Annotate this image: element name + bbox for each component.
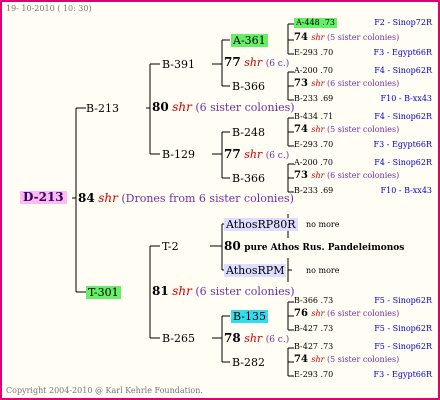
node-t301[interactable]: T-301 [86,286,121,299]
no-more-2: no more [306,266,340,275]
b129-line: 77 shr (6 c.) [224,148,289,163]
far-id[interactable]: A-448 .73 [294,18,338,28]
far-id[interactable]: B-233 .69 [294,186,333,196]
node-athosrpm[interactable]: AthosRPM [224,264,287,277]
root-note: (Drones from 6 sister colonies) [121,192,294,205]
report-date: 19- 10-2010 ( 10: 30) [6,4,92,13]
t301-shr: shr [172,284,192,298]
far-source: F3 - Egypt66R [373,370,432,379]
t301-note: (6 sister colonies) [195,285,295,298]
a361-gen: 77 [224,55,241,69]
far-source: F10 - B-xx43 [380,186,432,195]
b135-note: (6 c.) [265,335,290,345]
node-athos80[interactable]: AthosRP80R [224,218,298,231]
a361-note: (6 c.) [265,59,290,69]
far-id[interactable]: B-427 .73 [294,324,333,334]
far-source: F3 - Egypt66R [373,48,432,57]
b135-line: 78 shr (6 c.) [224,332,289,347]
node-b248[interactable]: B-248 [232,126,265,139]
node-b366b[interactable]: B-366 [232,172,265,185]
far-shr: shr [311,33,328,42]
b213-note: (6 sister colonies) [195,101,295,114]
node-a361[interactable]: A-361 [231,34,268,47]
far-source: F5 - Sinop62R [374,324,432,333]
far-shr: shr [311,355,328,364]
far-gen-line: 74 shr (5 sister colonies) [294,33,399,43]
far-id[interactable]: E-293 .70 [294,48,333,58]
athos-gen: 80 [224,239,241,253]
node-b265[interactable]: B-265 [162,332,195,345]
root-shr: shr [98,191,118,205]
b135-shr: shr [244,332,263,345]
far-source: F4 - Sinop62R [374,112,432,121]
far-id[interactable]: B-366 .73 [294,296,333,306]
far-source: F10 - B-xx43 [380,94,432,103]
node-b213[interactable]: B-213 [86,102,119,115]
copyright-text: Copyright 2004-2010 @ Karl Kehrle Founda… [6,386,203,395]
node-b129[interactable]: B-129 [162,148,195,161]
a361-line: 77 shr (6 c.) [224,56,289,71]
far-source: F4 - Sinop62R [374,158,432,167]
b213-shr: shr [172,100,192,114]
b129-gen: 77 [224,147,241,161]
far-source: F4 - Sinop62R [374,66,432,75]
b213-gen: 80 [152,100,169,114]
t301-line: 81 shr (6 sister colonies) [152,284,295,299]
b129-note: (6 c.) [265,151,290,161]
b213-line: 80 shr (6 sister colonies) [152,100,295,115]
node-b391[interactable]: B-391 [162,58,195,71]
no-more-1: no more [306,220,340,229]
far-gen-line: 74 shr (5 sister colonies) [294,355,399,365]
far-source: F3 - Egypt66R [373,140,432,149]
far-id[interactable]: B-427 .73 [294,342,333,352]
far-gen: 73 [294,170,312,181]
far-note: (5 sister colonies) [327,355,400,364]
node-b135[interactable]: B-135 [231,310,268,323]
far-id[interactable]: B-434 .71 [294,112,333,122]
b135-gen: 78 [224,331,241,345]
far-source: F5 - Sinop62R [374,342,432,351]
far-id[interactable]: A-200 .70 [294,158,333,168]
b129-shr: shr [244,148,263,161]
far-note: (5 sister colonies) [327,125,400,134]
far-shr: shr [311,309,328,318]
node-t2[interactable]: T-2 [162,240,179,253]
far-id[interactable]: B-233 .69 [294,94,333,104]
far-source: F5 - Sinop62R [374,296,432,305]
a361-shr: shr [244,56,263,69]
far-note: (6 sister colonies) [327,171,400,180]
far-gen: 73 [294,78,312,89]
far-gen: 74 [294,124,312,135]
root-gen: 84 [78,191,95,205]
node-b282[interactable]: B-282 [232,356,265,369]
far-note: (6 sister colonies) [327,79,400,88]
far-id[interactable]: E-293 .70 [294,140,333,150]
far-gen: 74 [294,354,312,365]
far-shr: shr [311,79,328,88]
athos-line: 80 pure Athos Rus. Pandeleimonos [224,240,404,255]
far-shr: shr [311,171,328,180]
root-line: 84 shr (Drones from 6 sister colonies) [78,191,294,206]
athos-text: pure Athos Rus. Pandeleimonos [244,243,405,253]
t301-gen: 81 [152,284,169,298]
far-shr: shr [311,125,328,134]
far-note: (5 sister colonies) [327,33,400,42]
far-gen: 74 [294,32,312,43]
node-b366a[interactable]: B-366 [232,80,265,93]
far-gen-line: 73 shr (6 sister colonies) [294,79,399,89]
far-note: (6 sister colonies) [327,309,400,318]
far-gen-line: 74 shr (5 sister colonies) [294,125,399,135]
far-gen-line: 76 shr (6 sister colonies) [294,309,399,319]
root-queen-id[interactable]: D-213 [20,191,67,204]
far-id[interactable]: A-200 .70 [294,66,333,76]
far-source: F2 - Sinop72R [374,18,432,27]
pedigree-frame: 19- 10-2010 ( 10: 30) Copyright 2004-201… [0,0,440,400]
far-id[interactable]: E-293 .70 [294,370,333,380]
far-gen: 76 [294,308,312,319]
far-gen-line: 73 shr (6 sister colonies) [294,171,399,181]
